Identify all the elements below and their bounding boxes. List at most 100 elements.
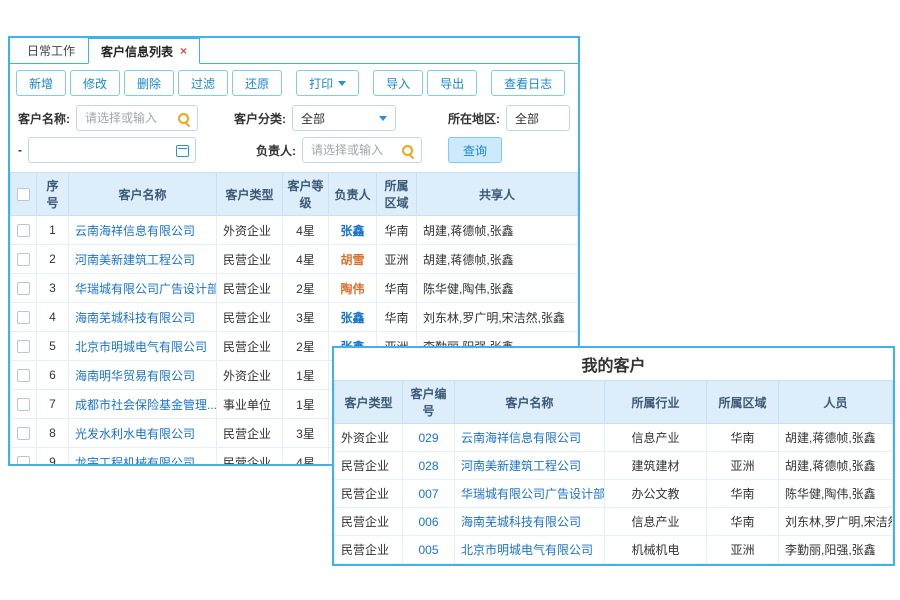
cell-customer-name[interactable]: 云南海祥信息有限公司 [69, 216, 217, 245]
button-label: 还原 [245, 75, 269, 92]
print-button[interactable]: 打印 [296, 70, 359, 96]
import-button[interactable]: 导入 [373, 70, 423, 96]
cell-owner[interactable]: 张鑫 [329, 303, 377, 332]
toolbar: 新增 修改 删除 过滤 还原 打印 导入 导出 查看日志 [10, 64, 578, 102]
cell-customer-type: 民营企业 [335, 536, 403, 564]
cell-customer-code[interactable]: 007 [403, 480, 455, 508]
my-customers-window: 我的客户 客户类型客户编号客户名称所属行业所属区域人员 外资企业029云南海祥信… [332, 346, 895, 566]
cell-customer-name[interactable]: 龙宇工程机械有限公司 [69, 448, 217, 467]
chevron-down-icon [379, 116, 387, 121]
row-checkbox[interactable] [17, 253, 30, 266]
query-button[interactable]: 查询 [448, 137, 502, 163]
row-checkbox[interactable] [17, 398, 30, 411]
row-checkbox[interactable] [17, 456, 30, 466]
table-row: 4海南芜城科技有限公司民营企业3星张鑫华南刘东林,罗广明,宋洁然,张鑫 [11, 303, 578, 332]
row-checkbox[interactable] [17, 340, 30, 353]
edit-button[interactable]: 修改 [70, 70, 120, 96]
date-range-separator: - [18, 143, 22, 157]
cell-customer-type: 民营企业 [217, 448, 283, 467]
customer-name-field [76, 105, 198, 131]
customer-name-input[interactable] [85, 111, 175, 125]
search-icon[interactable] [401, 144, 415, 158]
cell-owner[interactable]: 胡雪 [329, 245, 377, 274]
my-customers-table: 客户类型客户编号客户名称所属行业所属区域人员 外资企业029云南海祥信息有限公司… [334, 380, 893, 564]
close-icon[interactable]: × [180, 45, 187, 57]
cell-customer-name[interactable]: 华瑞城有限公司广告设计部 [69, 274, 217, 303]
column-header: 客户名称 [69, 173, 217, 216]
filter-area: 客户名称: 客户分类: 全部 所在地区: 全部 - [10, 102, 578, 172]
cell-customer-code[interactable]: 029 [403, 424, 455, 452]
region-value: 全部 [515, 110, 539, 127]
cell-customer-name[interactable]: 光发水利水电有限公司 [69, 419, 217, 448]
column-header: 客户类型 [217, 173, 283, 216]
table-row: 外资企业029云南海祥信息有限公司信息产业华南胡建,蒋德帧,张鑫 [335, 424, 893, 452]
button-label: 查看日志 [504, 75, 552, 92]
cell-shared: 胡建,蒋德帧,张鑫 [417, 216, 578, 245]
cell-customer-code[interactable]: 028 [403, 452, 455, 480]
column-header: 共享人 [417, 173, 578, 216]
cell-region: 华南 [377, 216, 417, 245]
cell-level: 1星 [283, 390, 329, 419]
cell-customer-name[interactable]: 海南明华贸易有限公司 [69, 361, 217, 390]
region-select[interactable]: 全部 [506, 105, 570, 131]
customer-name-label: 客户名称: [18, 110, 70, 127]
row-checkbox[interactable] [17, 282, 30, 295]
cell-index: 8 [37, 419, 69, 448]
cell-owner[interactable]: 张鑫 [329, 216, 377, 245]
cell-region: 亚洲 [707, 452, 779, 480]
row-checkbox[interactable] [17, 311, 30, 324]
cell-customer-name[interactable]: 海南芜城科技有限公司 [69, 303, 217, 332]
cell-customer-code[interactable]: 005 [403, 536, 455, 564]
tab-customer-list[interactable]: 客户信息列表 × [88, 38, 200, 64]
calendar-icon[interactable] [176, 145, 189, 157]
owner-input[interactable] [311, 143, 399, 157]
table-row: 民营企业028河南美新建筑工程公司建筑建材亚洲胡建,蒋德帧,张鑫 [335, 452, 893, 480]
cell-index: 2 [37, 245, 69, 274]
search-icon[interactable] [177, 112, 191, 126]
cell-shared: 陈华健,陶伟,张鑫 [417, 274, 578, 303]
date-input[interactable] [37, 143, 173, 157]
cell-owner[interactable]: 陶伟 [329, 274, 377, 303]
tab-daily-work[interactable]: 日常工作 [14, 38, 88, 63]
view-log-button[interactable]: 查看日志 [491, 70, 565, 96]
select-all-checkbox[interactable] [17, 188, 30, 201]
button-label: 新增 [29, 75, 53, 92]
cell-customer-name[interactable]: 成都市社会保险基金管理... [69, 390, 217, 419]
table-row: 1云南海祥信息有限公司外资企业4星张鑫华南胡建,蒋德帧,张鑫 [11, 216, 578, 245]
cell-customer-name[interactable]: 北京市明城电气有限公司 [455, 536, 605, 564]
cell-customer-name[interactable]: 北京市明城电气有限公司 [69, 332, 217, 361]
table-row: 民营企业005北京市明城电气有限公司机械机电亚洲李勤丽,阳强,张鑫 [335, 536, 893, 564]
row-checkbox-cell [11, 361, 37, 390]
export-button[interactable]: 导出 [427, 70, 477, 96]
cell-customer-name[interactable]: 河南美新建筑工程公司 [69, 245, 217, 274]
cell-industry: 信息产业 [605, 508, 707, 536]
row-checkbox-cell [11, 245, 37, 274]
owner-field [302, 137, 422, 163]
category-label: 客户分类: [234, 110, 286, 127]
cell-customer-name[interactable]: 华瑞城有限公司广告设计部 [455, 480, 605, 508]
row-checkbox-cell [11, 303, 37, 332]
row-checkbox[interactable] [17, 427, 30, 440]
add-button[interactable]: 新增 [16, 70, 66, 96]
delete-button[interactable]: 删除 [124, 70, 174, 96]
cell-customer-type: 民营企业 [335, 508, 403, 536]
filter-button[interactable]: 过滤 [178, 70, 228, 96]
cell-customer-code[interactable]: 006 [403, 508, 455, 536]
table-row: 3华瑞城有限公司广告设计部民营企业2星陶伟华南陈华健,陶伟,张鑫 [11, 274, 578, 303]
button-label: 导出 [440, 75, 464, 92]
row-checkbox[interactable] [17, 369, 30, 382]
cell-customer-name[interactable]: 海南芜城科技有限公司 [455, 508, 605, 536]
owner-label: 负责人: [256, 142, 296, 159]
cell-customer-type: 外资企业 [217, 216, 283, 245]
cell-level: 3星 [283, 303, 329, 332]
tab-label: 客户信息列表 [101, 43, 173, 60]
header-row: 客户类型客户编号客户名称所属行业所属区域人员 [335, 381, 893, 424]
column-header: 序号 [37, 173, 69, 216]
row-checkbox[interactable] [17, 224, 30, 237]
restore-button[interactable]: 还原 [232, 70, 282, 96]
category-select[interactable]: 全部 [292, 105, 396, 131]
cell-customer-name[interactable]: 河南美新建筑工程公司 [455, 452, 605, 480]
cell-customer-name[interactable]: 云南海祥信息有限公司 [455, 424, 605, 452]
row-checkbox-cell [11, 216, 37, 245]
column-header: 客户名称 [455, 381, 605, 424]
